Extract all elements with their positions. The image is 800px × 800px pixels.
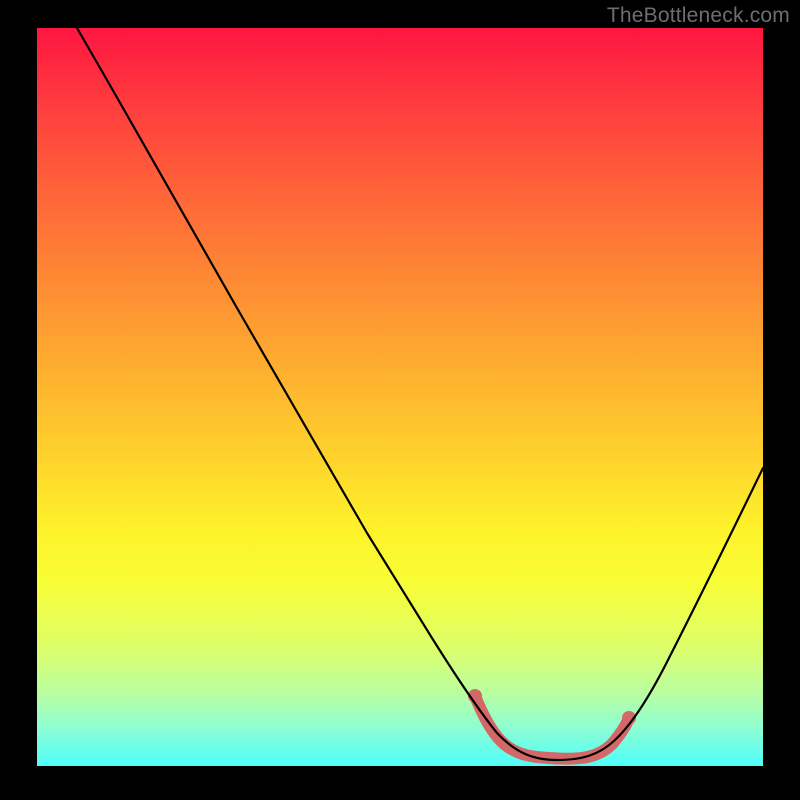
gradient-plot-area <box>37 28 763 766</box>
watermark-text: TheBottleneck.com <box>607 4 790 28</box>
bottleneck-curve <box>77 28 763 760</box>
highlight-segment <box>475 696 629 759</box>
curve-layer <box>37 28 763 766</box>
chart-frame: TheBottleneck.com <box>0 0 800 800</box>
